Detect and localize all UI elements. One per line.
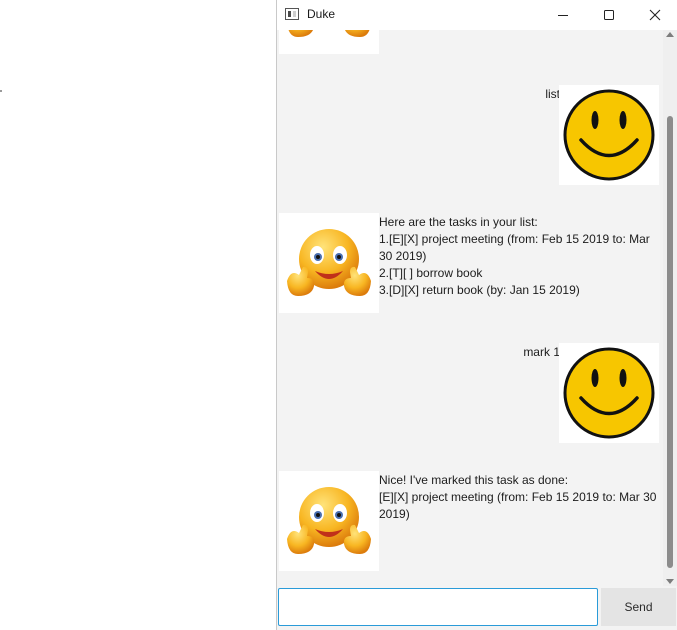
user-avatar (559, 85, 659, 185)
maximize-button[interactable] (586, 0, 632, 30)
duke-message: Here are the tasks in your list: 1.[E][X… (379, 215, 650, 297)
minimize-icon (558, 15, 568, 16)
duke-window: Duke list Here are the tasks in your lis… (276, 0, 677, 630)
thumbs-up-emoji-icon (287, 487, 371, 554)
message-input[interactable] (278, 588, 598, 626)
scroll-down-arrow-icon[interactable] (666, 579, 674, 584)
user-message: mark 1 (523, 345, 560, 359)
thumbs-up-emoji-icon (288, 30, 370, 37)
smiley-face-icon (563, 89, 655, 181)
maximize-icon (604, 10, 614, 20)
title-bar[interactable]: Duke (277, 0, 677, 30)
smiley-face-icon (563, 347, 655, 439)
close-icon (649, 9, 661, 21)
close-button[interactable] (632, 0, 677, 30)
desktop-background-mark (0, 90, 2, 92)
vertical-scrollbar[interactable] (663, 30, 677, 586)
minimize-button[interactable] (540, 0, 586, 30)
input-bar: Send (277, 586, 677, 630)
scrollbar-thumb[interactable] (667, 116, 673, 568)
dialog-container: list Here are the tasks in your list: 1.… (277, 30, 663, 586)
thumbs-up-emoji-icon (287, 229, 371, 296)
duke-avatar (279, 213, 379, 313)
dialog-scroll-pane[interactable]: list Here are the tasks in your list: 1.… (277, 30, 677, 586)
duke-message: Nice! I've marked this task as done: [E]… (379, 473, 657, 521)
app-icon (285, 8, 299, 20)
window-title: Duke (307, 7, 336, 21)
send-button[interactable]: Send (601, 588, 676, 626)
scroll-up-arrow-icon[interactable] (666, 32, 674, 37)
duke-avatar (279, 471, 379, 571)
duke-avatar (279, 30, 379, 54)
user-message: list (545, 87, 560, 101)
user-avatar (559, 343, 659, 443)
